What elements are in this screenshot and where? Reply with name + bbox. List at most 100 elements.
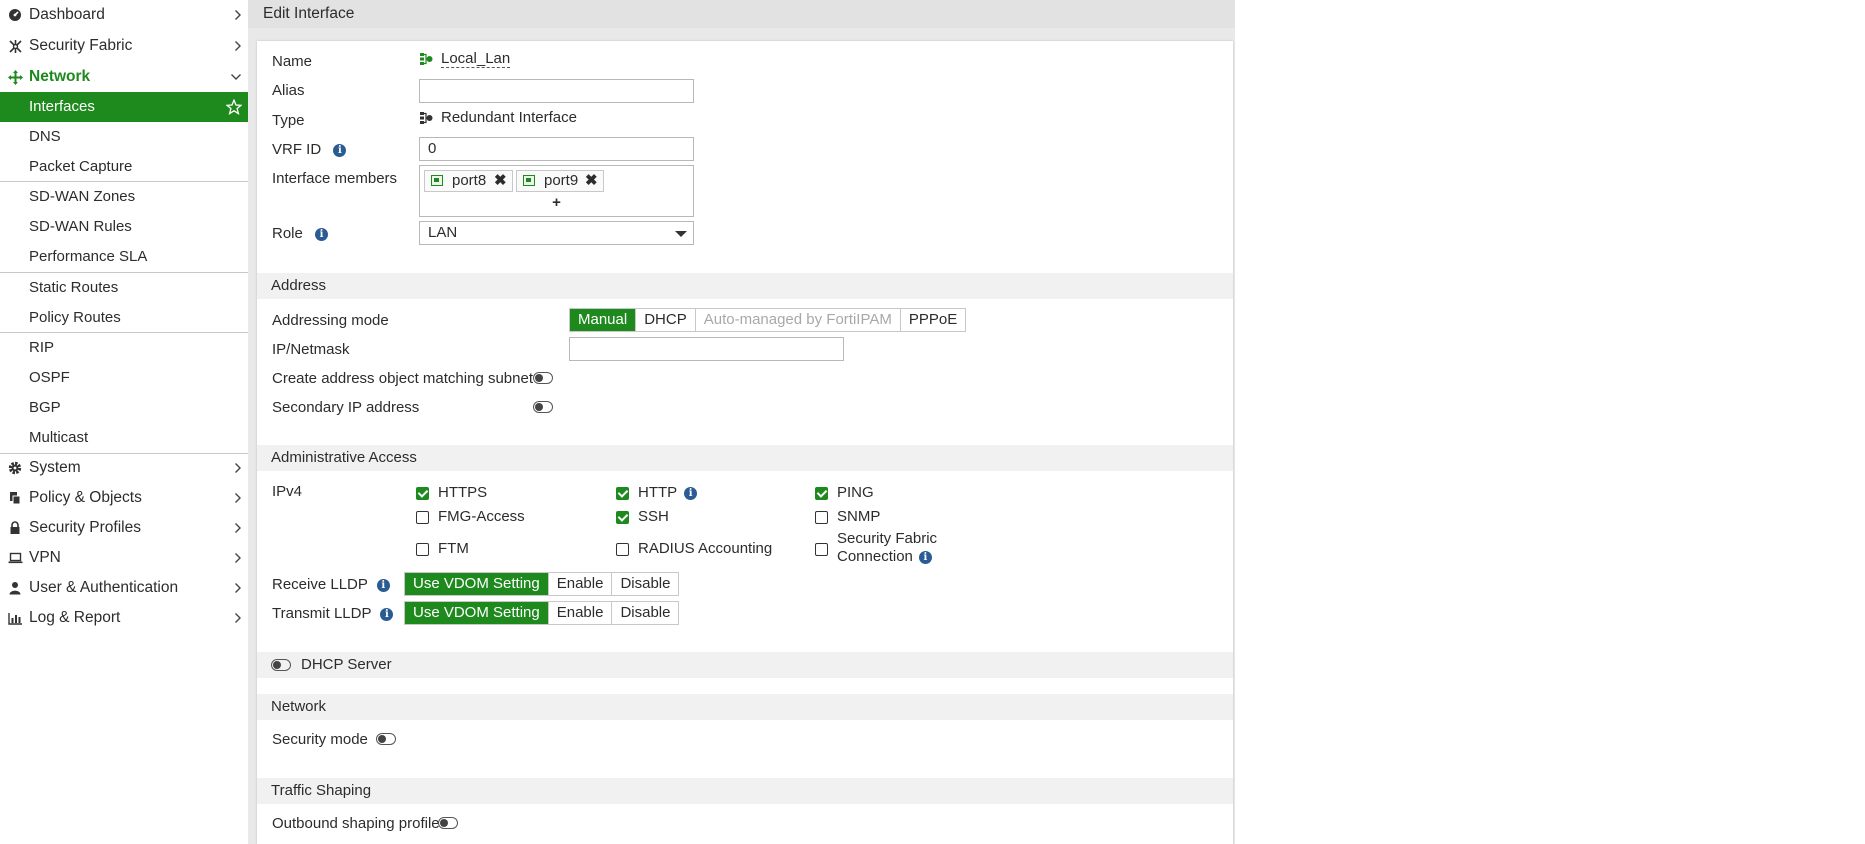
- policy-icon: [7, 483, 23, 513]
- redundant-interface-icon: [419, 52, 433, 70]
- transmit-lldp-disable-button[interactable]: Disable: [612, 602, 679, 624]
- vrf-id-input[interactable]: 0: [419, 137, 694, 161]
- members-label: Interface members: [272, 170, 398, 187]
- snmp-checkbox[interactable]: [815, 511, 828, 524]
- nav-ospf[interactable]: OSPF: [0, 363, 248, 393]
- transmit-lldp-enable-button[interactable]: Enable: [548, 602, 613, 624]
- nav-label: Policy & Objects: [29, 489, 142, 506]
- http-checkbox[interactable]: [616, 487, 629, 500]
- admin-access-section-header: Administrative Access: [257, 445, 1233, 471]
- dhcp-server-toggle[interactable]: [271, 659, 291, 671]
- receive-lldp-disable-button[interactable]: Disable: [612, 573, 679, 595]
- main-content: Edit Interface Name Local_Lan Alias Type…: [248, 0, 1235, 844]
- traffic-shaping-section-header: Traffic Shaping: [257, 778, 1233, 804]
- member-chip-port8: port8 ✖: [424, 170, 513, 192]
- network-icon: [7, 62, 23, 92]
- info-icon[interactable]: i: [380, 607, 394, 621]
- nav-security-profiles[interactable]: Security Profiles: [0, 513, 248, 543]
- gear-icon: [7, 453, 23, 483]
- info-icon[interactable]: i: [333, 143, 347, 157]
- chevron-down-icon: [230, 62, 242, 92]
- secondary-ip-toggle[interactable]: [533, 401, 553, 413]
- nav-interfaces[interactable]: Interfaces: [0, 92, 248, 122]
- role-select[interactable]: LAN: [419, 221, 694, 245]
- laptop-icon: [7, 543, 23, 573]
- traffic-shaping-section-title: Traffic Shaping: [271, 782, 372, 799]
- ping-checkbox[interactable]: [815, 487, 828, 500]
- security-fabric-connection-checkbox[interactable]: [815, 543, 828, 556]
- page-titlebar: Edit Interface: [248, 0, 1235, 28]
- ftm-checkbox[interactable]: [416, 543, 429, 556]
- type-label: Type: [272, 112, 305, 129]
- chevron-right-icon: [234, 31, 242, 61]
- interface-members-box[interactable]: port8 ✖ port9 ✖ +: [419, 165, 694, 217]
- alias-label: Alias: [272, 82, 305, 99]
- nav-security-fabric[interactable]: Security Fabric: [0, 31, 248, 61]
- vrf-label-text: VRF ID: [272, 141, 322, 158]
- alias-input[interactable]: [419, 79, 694, 103]
- security-fabric-connection-label: Security Fabric Connection i: [837, 530, 937, 566]
- radius-accounting-checkbox[interactable]: [616, 543, 629, 556]
- nav-sdwan-zones[interactable]: SD-WAN Zones: [0, 182, 248, 212]
- info-icon[interactable]: i: [315, 227, 329, 241]
- ftm-label: FTM: [438, 540, 469, 557]
- lock-icon: [7, 513, 23, 543]
- nav-user-auth[interactable]: User & Authentication: [0, 573, 248, 603]
- ip-netmask-input[interactable]: [569, 337, 844, 361]
- nav-packet-capture[interactable]: Packet Capture: [0, 152, 248, 182]
- address-section-title: Address: [271, 277, 327, 294]
- star-icon[interactable]: [226, 92, 242, 122]
- nav-dashboard[interactable]: Dashboard: [0, 0, 248, 30]
- nav-system[interactable]: System: [0, 453, 248, 483]
- network-section-header: Network: [257, 694, 1233, 720]
- ipv4-label: IPv4: [272, 483, 303, 500]
- mode-manual-button[interactable]: Manual: [570, 309, 637, 331]
- chevron-right-icon: [234, 0, 242, 30]
- add-member-button[interactable]: +: [420, 194, 693, 211]
- ping-label: PING: [837, 484, 874, 501]
- security-mode-label: Security mode: [272, 731, 368, 748]
- nav-log-report[interactable]: Log & Report: [0, 603, 248, 633]
- nav-label: SD-WAN Zones: [29, 188, 136, 205]
- member-chip-port9: port9 ✖: [516, 170, 604, 192]
- page-title: Edit Interface: [263, 5, 355, 22]
- transmit-lldp-vdom-button[interactable]: Use VDOM Setting: [405, 602, 549, 624]
- nav-network[interactable]: Network: [0, 62, 248, 92]
- sfc-label-line1: Security Fabric: [837, 530, 938, 547]
- mode-pppoe-button[interactable]: PPPoE: [900, 309, 966, 331]
- ssh-checkbox[interactable]: [616, 511, 629, 524]
- nav-rip[interactable]: RIP: [0, 333, 248, 363]
- transmit-lldp-label: Transmit LLDP i: [272, 605, 394, 622]
- outbound-shaping-toggle[interactable]: [438, 817, 458, 829]
- info-icon[interactable]: i: [918, 550, 932, 564]
- mode-dhcp-button[interactable]: DHCP: [636, 309, 696, 331]
- info-icon[interactable]: i: [376, 578, 390, 592]
- security-fabric-icon: [7, 31, 23, 61]
- nav-label: OSPF: [29, 369, 70, 386]
- mode-fortiipam-button[interactable]: Auto-managed by FortiIPAM: [695, 309, 901, 331]
- fmg-access-checkbox[interactable]: [416, 511, 429, 524]
- nav-multicast[interactable]: Multicast: [0, 423, 248, 453]
- security-mode-toggle[interactable]: [376, 733, 396, 745]
- nav-label: Network: [29, 68, 91, 85]
- name-label: Name: [272, 53, 313, 70]
- nav-dns[interactable]: DNS: [0, 122, 248, 152]
- info-icon[interactable]: i: [684, 486, 698, 500]
- nav-bgp[interactable]: BGP: [0, 393, 248, 423]
- create-address-object-toggle[interactable]: [533, 372, 553, 384]
- https-checkbox[interactable]: [416, 487, 429, 500]
- nav-label: Log & Report: [29, 609, 121, 626]
- remove-member-icon[interactable]: ✖: [585, 171, 598, 191]
- nav-policy-routes[interactable]: Policy Routes: [0, 303, 248, 333]
- bar-chart-icon: [7, 603, 23, 633]
- chevron-right-icon: [234, 573, 242, 603]
- nav-sdwan-rules[interactable]: SD-WAN Rules: [0, 212, 248, 242]
- transmit-lldp-selector: Use VDOM Setting Enable Disable: [404, 601, 680, 625]
- remove-member-icon[interactable]: ✖: [494, 171, 507, 191]
- receive-lldp-enable-button[interactable]: Enable: [548, 573, 613, 595]
- nav-static-routes[interactable]: Static Routes: [0, 273, 248, 303]
- nav-vpn[interactable]: VPN: [0, 543, 248, 573]
- receive-lldp-vdom-button[interactable]: Use VDOM Setting: [405, 573, 549, 595]
- nav-performance-sla[interactable]: Performance SLA: [0, 242, 248, 272]
- nav-policy-objects[interactable]: Policy & Objects: [0, 483, 248, 513]
